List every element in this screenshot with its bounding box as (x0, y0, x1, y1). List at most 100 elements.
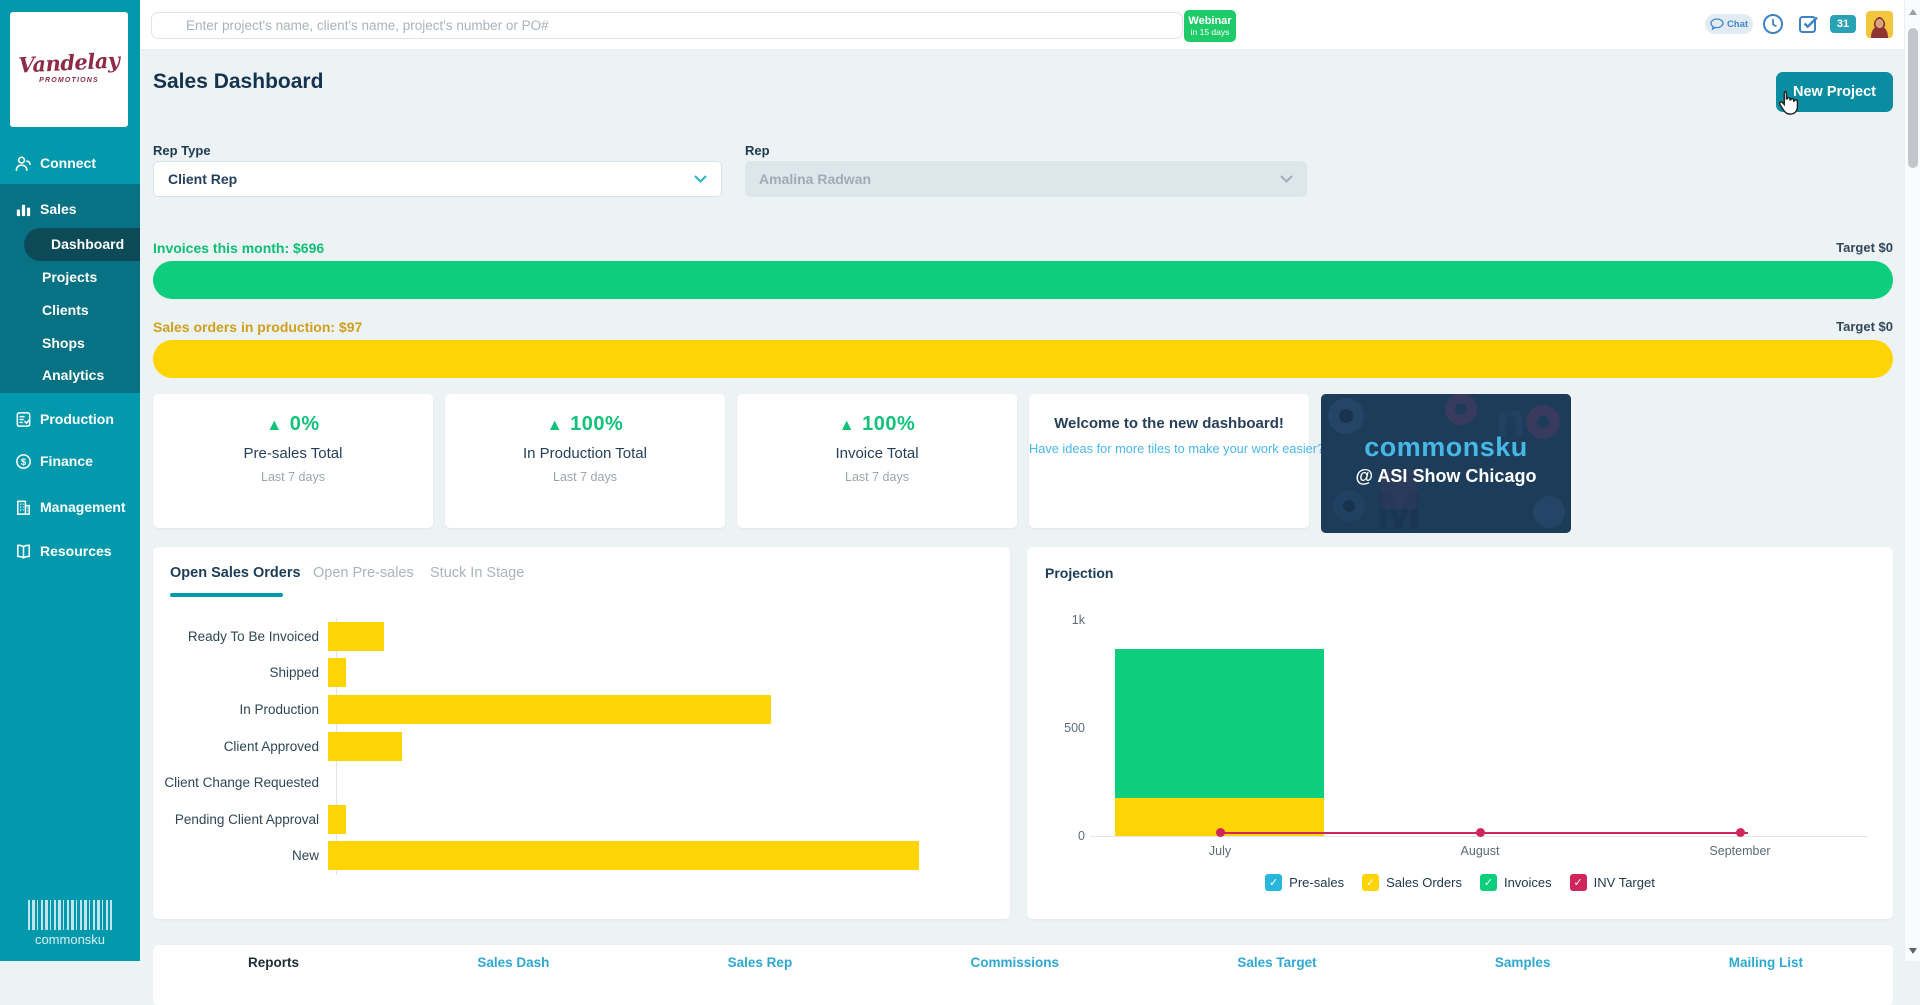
chat-button[interactable]: Chat (1705, 14, 1753, 34)
sidebar-item-label: Finance (40, 453, 93, 469)
sidebar-item-clients[interactable]: Clients (42, 297, 89, 323)
projection-legend: ✓Pre-sales✓Sales Orders✓Invoices✓INV Tar… (1027, 874, 1893, 891)
notification-count: 31 (1837, 18, 1849, 30)
sidebar-sales-section: Sales Dashboard Projects Clients Shops A… (0, 184, 140, 393)
report-link[interactable]: Sales Dash (477, 955, 549, 1005)
welcome-link[interactable]: Have ideas for more tiles to make your w… (1029, 441, 1309, 456)
bar-chart-icon (14, 200, 33, 219)
promo-event: @ ASI Show Chicago (1321, 466, 1571, 487)
hbar-row: Client Approved (153, 728, 1010, 765)
stat-delta: ▲100% (445, 413, 725, 436)
sidebar-item-label: Connect (40, 155, 96, 171)
sidebar-item-sales[interactable]: Sales (0, 196, 140, 222)
report-link[interactable]: Samples (1495, 955, 1551, 1005)
inv-target-dot (1736, 828, 1745, 837)
sidebar-item-analytics[interactable]: Analytics (42, 362, 104, 388)
stat-label: In Production Total (445, 445, 725, 462)
invoices-progress-label: Invoices this month: $696 (153, 240, 324, 256)
legend-item: ✓Sales Orders (1362, 874, 1462, 891)
dollar-circle-icon: $ (14, 452, 33, 471)
reports-heading: Reports (248, 955, 299, 1005)
report-link[interactable]: Commissions (971, 955, 1060, 1005)
notification-badge[interactable]: 31 (1830, 15, 1856, 33)
report-link[interactable]: Mailing List (1729, 955, 1803, 1005)
webinar-countdown: in 15 days (1184, 27, 1236, 37)
hbar-category-label: In Production (153, 702, 328, 717)
rep-value: Amalina Radwan (759, 171, 871, 187)
stat-delta: ▲100% (737, 413, 1017, 436)
stat-period: Last 7 days (445, 470, 725, 484)
inv-target-dot (1216, 828, 1225, 837)
sidebar-item-dashboard[interactable]: Dashboard (51, 231, 124, 257)
sales-orders-target-label: Target $0 (1836, 319, 1893, 334)
rep-select[interactable]: Amalina Radwan (745, 161, 1307, 197)
stat-card-in-production: ▲100% In Production Total Last 7 days (445, 394, 725, 528)
sidebar-item-label: Dashboard (51, 236, 124, 252)
sidebar-item-label: Clients (42, 302, 89, 318)
legend-checkbox[interactable]: ✓ (1570, 874, 1587, 891)
search-input[interactable] (151, 12, 1183, 39)
welcome-card: Welcome to the new dashboard! Have ideas… (1029, 394, 1309, 528)
hbar-bar (328, 622, 384, 651)
scroll-down-arrow[interactable] (1909, 948, 1917, 954)
tab-open-pre-sales[interactable]: Open Pre-sales (313, 565, 414, 581)
avatar[interactable] (1866, 11, 1893, 38)
building-icon (14, 498, 33, 517)
stat-label: Pre-sales Total (153, 445, 433, 462)
company-logo[interactable]: Vandelay PROMOTIONS (10, 12, 128, 127)
hbar-row: Shipped (153, 655, 1010, 692)
rep-type-label: Rep Type (153, 143, 211, 158)
tasks-icon[interactable] (1798, 13, 1819, 34)
chevron-down-icon (694, 175, 707, 183)
rep-type-select[interactable]: Client Rep (153, 161, 722, 197)
chat-bubble-icon (1710, 18, 1724, 30)
sidebar-item-production[interactable]: Production (0, 406, 140, 432)
hbar-chart: Ready To Be Invoiced Shipped In Production… (153, 618, 1010, 874)
commonsku-logo-text: commonsku (28, 932, 112, 947)
sidebar-item-resources[interactable]: Resources (0, 538, 140, 564)
company-logo-sub: PROMOTIONS (10, 77, 128, 84)
hbar-category-label: Client Approved (153, 739, 328, 754)
up-triangle-icon: ▲ (547, 417, 563, 434)
scrollbar-thumb[interactable] (1908, 28, 1918, 168)
webinar-badge[interactable]: Webinar in 15 days (1184, 10, 1236, 42)
sidebar-item-management[interactable]: Management (0, 494, 140, 520)
report-link[interactable]: Sales Rep (728, 955, 793, 1005)
hbar-category-label: Ready To Be Invoiced (153, 629, 328, 644)
scrollbar[interactable] (1904, 0, 1920, 961)
clipboard-check-icon (14, 410, 33, 429)
hbar-row: New (153, 838, 1010, 875)
tab-open-sales-orders[interactable]: Open Sales Orders (170, 565, 301, 581)
sidebar-item-shops[interactable]: Shops (42, 330, 85, 356)
stat-label: Invoice Total (737, 445, 1017, 462)
legend-checkbox[interactable]: ✓ (1265, 874, 1282, 891)
projection-panel: Projection 1k 500 0 JulyAugustSeptember … (1027, 547, 1893, 919)
page-title: Sales Dashboard (153, 70, 323, 94)
sidebar-item-label: Projects (42, 269, 97, 285)
commonsku-logo: commonsku (28, 900, 112, 947)
sidebar: Vandelay PROMOTIONS Connect Sales Dashbo… (0, 0, 140, 961)
invoices-progress-bar (153, 261, 1893, 299)
report-link[interactable]: Sales Target (1237, 955, 1316, 1005)
promo-tile[interactable]: M n commonsku @ ASI Show Chicago (1321, 394, 1571, 533)
sidebar-item-projects[interactable]: Projects (42, 264, 97, 290)
legend-checkbox[interactable]: ✓ (1362, 874, 1379, 891)
sidebar-item-label: Production (40, 411, 114, 427)
sidebar-item-connect[interactable]: Connect (0, 150, 140, 176)
sidebar-item-label: Management (40, 499, 126, 515)
legend-checkbox[interactable]: ✓ (1480, 874, 1497, 891)
sidebar-item-finance[interactable]: $ Finance (0, 448, 140, 474)
hbar-row: In Production (153, 691, 1010, 728)
hbar-bar (328, 841, 919, 870)
rep-type-value: Client Rep (168, 171, 237, 187)
stat-card-invoice: ▲100% Invoice Total Last 7 days (737, 394, 1017, 528)
sales-orders-progress-bar (153, 340, 1893, 378)
scroll-up-arrow[interactable] (1909, 9, 1917, 15)
sidebar-item-label: Analytics (42, 367, 104, 383)
clock-icon[interactable] (1762, 13, 1784, 35)
legend-label: Pre-sales (1289, 875, 1344, 890)
tab-stuck-in-stage[interactable]: Stuck In Stage (430, 565, 524, 581)
ytick-0: 0 (1040, 829, 1085, 843)
ytick-500: 500 (1040, 721, 1085, 735)
projection-title: Projection (1045, 565, 1113, 581)
